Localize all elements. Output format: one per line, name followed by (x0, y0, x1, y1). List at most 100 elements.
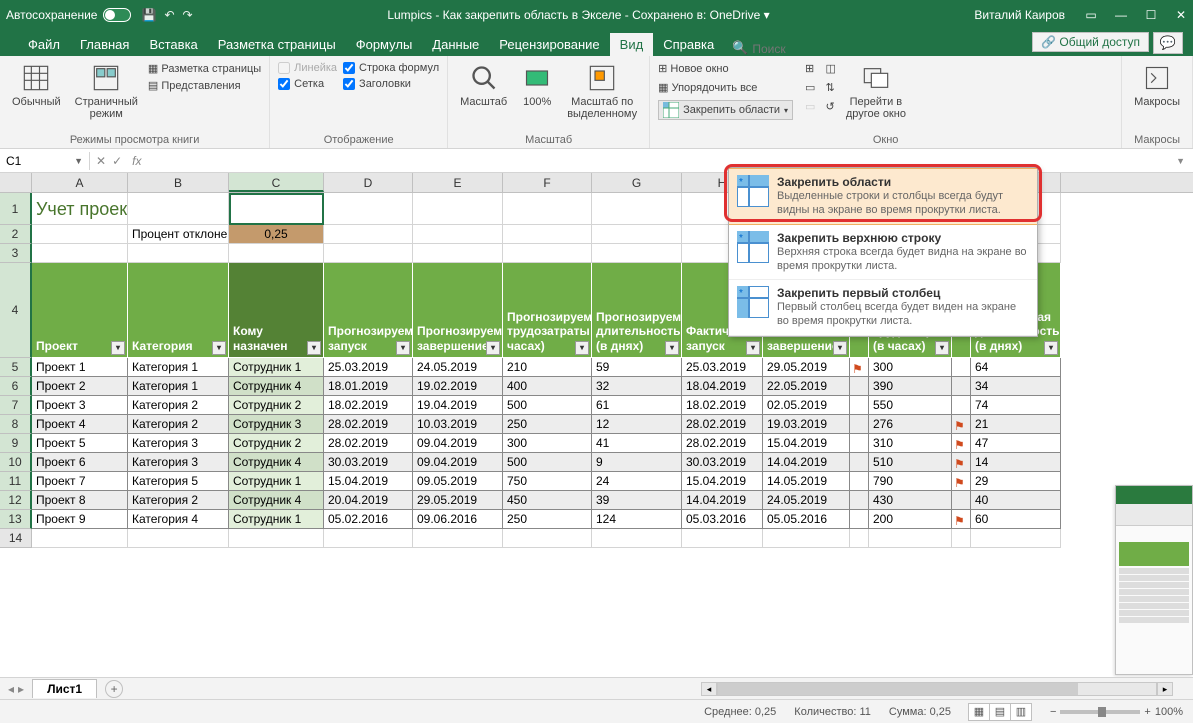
close-icon[interactable]: ✕ (1175, 8, 1187, 22)
cell[interactable] (682, 529, 763, 548)
cell[interactable]: Прогнозируемые трудозатраты (в часах)▾ (503, 263, 592, 358)
cell[interactable]: 18.04.2019 (682, 377, 763, 396)
cell[interactable]: Категория 2 (128, 491, 229, 510)
cell[interactable] (952, 377, 971, 396)
arrange-all-button[interactable]: ▦ Упорядочить все (658, 81, 793, 94)
cell[interactable]: 05.03.2016 (682, 510, 763, 529)
cell[interactable] (503, 193, 592, 225)
cell[interactable]: 400 (503, 377, 592, 396)
filter-button[interactable]: ▾ (307, 341, 321, 355)
cell[interactable]: Сотрудник 2 (229, 434, 324, 453)
cell[interactable]: 550 (869, 396, 952, 415)
cell[interactable]: Категория 2 (128, 415, 229, 434)
cell[interactable]: 29.05.2019 (413, 491, 503, 510)
cell[interactable]: 41 (592, 434, 682, 453)
cell[interactable]: 124 (592, 510, 682, 529)
enter-formula-icon[interactable]: ✓ (112, 154, 122, 168)
cell[interactable]: 29.05.2019 (763, 358, 850, 377)
ruler-checkbox[interactable]: Линейка (278, 62, 337, 74)
tab-файл[interactable]: Файл (18, 33, 70, 56)
cell[interactable]: 28.02.2019 (682, 434, 763, 453)
cell[interactable] (413, 244, 503, 263)
cell[interactable]: 25.03.2019 (682, 358, 763, 377)
cell[interactable]: 19.04.2019 (413, 396, 503, 415)
tab-рецензирование[interactable]: Рецензирование (489, 33, 609, 56)
cell[interactable]: 47 (971, 434, 1061, 453)
column-header[interactable]: D (324, 173, 413, 192)
unhide-button[interactable]: ▭ (805, 100, 815, 113)
cell[interactable] (850, 491, 869, 510)
cell[interactable]: Сотрудник 4 (229, 377, 324, 396)
cell[interactable]: Категория 1 (128, 358, 229, 377)
cell[interactable]: 19.03.2019 (763, 415, 850, 434)
cell[interactable] (32, 529, 128, 548)
reset-pos-icon[interactable]: ↺ (825, 100, 835, 113)
cell[interactable] (592, 225, 682, 244)
cell[interactable]: Категория 2 (128, 396, 229, 415)
filter-button[interactable]: ▾ (575, 341, 589, 355)
cell[interactable]: 300 (869, 358, 952, 377)
maximize-icon[interactable]: ☐ (1145, 8, 1157, 22)
cell[interactable] (503, 529, 592, 548)
window-preview-thumbnail[interactable] (1115, 485, 1193, 675)
tab-вид[interactable]: Вид (610, 33, 654, 56)
freeze-option-0[interactable]: *Закрепить областиВыделенные строки и ст… (729, 168, 1037, 225)
zoom-100-button[interactable]: 100% (517, 60, 557, 122)
cell[interactable]: 28.02.2019 (324, 415, 413, 434)
row-header[interactable]: 12 (0, 491, 32, 510)
cell[interactable]: 510 (869, 453, 952, 472)
cell[interactable]: 32 (592, 377, 682, 396)
add-sheet-button[interactable]: + (105, 680, 123, 698)
cell[interactable]: 390 (869, 377, 952, 396)
cell[interactable]: 430 (869, 491, 952, 510)
cell[interactable] (413, 225, 503, 244)
filter-button[interactable]: ▾ (396, 341, 410, 355)
undo-icon[interactable]: ↶ (164, 8, 174, 22)
cell[interactable]: 09.06.2016 (413, 510, 503, 529)
filter-button[interactable]: ▾ (486, 341, 500, 355)
cell[interactable]: Проект▾ (32, 263, 128, 358)
cell[interactable] (971, 529, 1061, 548)
cell[interactable]: Сотрудник 4 (229, 453, 324, 472)
cell[interactable]: Категория 3 (128, 434, 229, 453)
cell[interactable] (324, 193, 413, 225)
cell[interactable] (850, 453, 869, 472)
new-window-button[interactable]: ⊞ Новое окно (658, 62, 793, 75)
cell[interactable]: Проект 2 (32, 377, 128, 396)
zoom-level[interactable]: 100% (1155, 706, 1183, 718)
filter-button[interactable]: ▾ (833, 341, 847, 355)
cell[interactable] (592, 244, 682, 263)
cell[interactable]: Проект 8 (32, 491, 128, 510)
cell[interactable] (229, 529, 324, 548)
cell[interactable]: Сотрудник 1 (229, 358, 324, 377)
row-header[interactable]: 13 (0, 510, 32, 529)
page-layout-button[interactable]: ▦ Разметка страницы (148, 62, 261, 75)
cell[interactable]: 24.05.2019 (413, 358, 503, 377)
zoom-in-icon[interactable]: + (1144, 706, 1150, 718)
filter-button[interactable]: ▾ (935, 341, 949, 355)
cell[interactable]: 59 (592, 358, 682, 377)
normal-view-icon[interactable]: ▦ (968, 703, 990, 721)
cell[interactable]: Сотрудник 4 (229, 491, 324, 510)
share-button[interactable]: 🔗 Общий доступ (1032, 32, 1149, 52)
cell[interactable]: Проект 4 (32, 415, 128, 434)
pagebreak-view-button[interactable]: Страничный режим (71, 60, 142, 122)
cell[interactable]: Сотрудник 2 (229, 396, 324, 415)
freeze-option-1[interactable]: *Закрепить верхнюю строкуВерхняя строка … (729, 225, 1037, 281)
tab-формулы[interactable]: Формулы (346, 33, 423, 56)
cell[interactable]: 14 (971, 453, 1061, 472)
cell[interactable]: 30.03.2019 (324, 453, 413, 472)
cell[interactable]: Сотрудник 3 (229, 415, 324, 434)
cell[interactable]: 9 (592, 453, 682, 472)
cell[interactable]: 250 (503, 510, 592, 529)
cell[interactable] (850, 434, 869, 453)
zoom-button[interactable]: Масштаб (456, 60, 511, 122)
autosave-toggle[interactable] (103, 8, 131, 22)
cell[interactable] (128, 193, 229, 225)
sheet-nav-next-icon[interactable]: ▸ (18, 682, 24, 696)
cell[interactable]: 300 (503, 434, 592, 453)
cell[interactable]: ⚑ (952, 434, 971, 453)
pagebreak-view-icon[interactable]: ▥ (1010, 703, 1032, 721)
cell[interactable]: 74 (971, 396, 1061, 415)
tab-разметка страницы[interactable]: Разметка страницы (208, 33, 346, 56)
